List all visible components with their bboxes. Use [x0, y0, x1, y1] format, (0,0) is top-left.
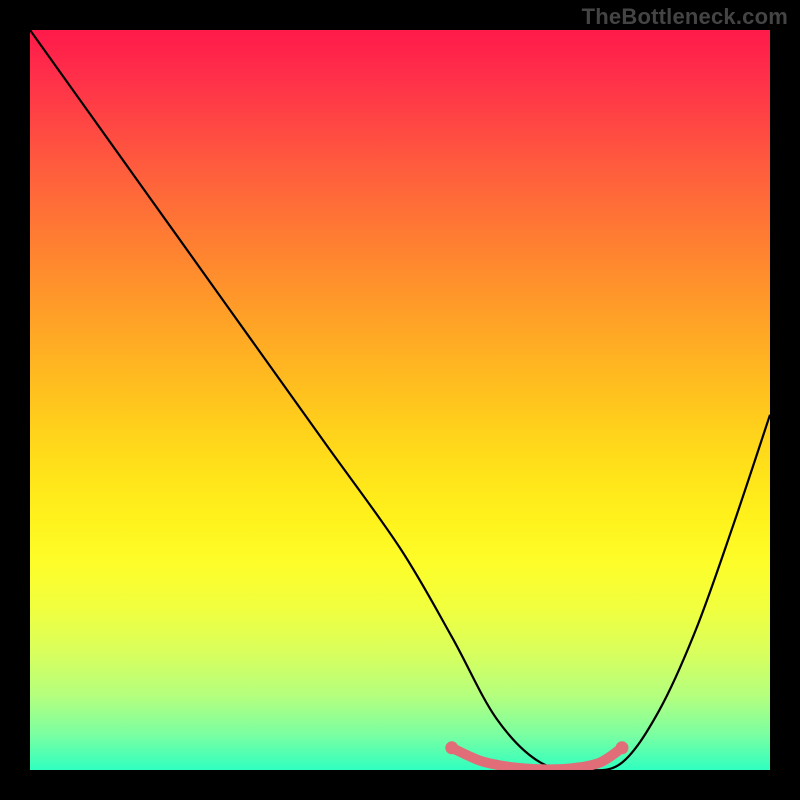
highlight-segment [452, 748, 622, 770]
highlight-endpoint [616, 741, 629, 754]
curve-line [30, 30, 770, 770]
plot-area [30, 30, 770, 770]
highlight-endpoint [445, 741, 458, 754]
watermark-text: TheBottleneck.com [582, 4, 788, 30]
chart-svg [30, 30, 770, 770]
